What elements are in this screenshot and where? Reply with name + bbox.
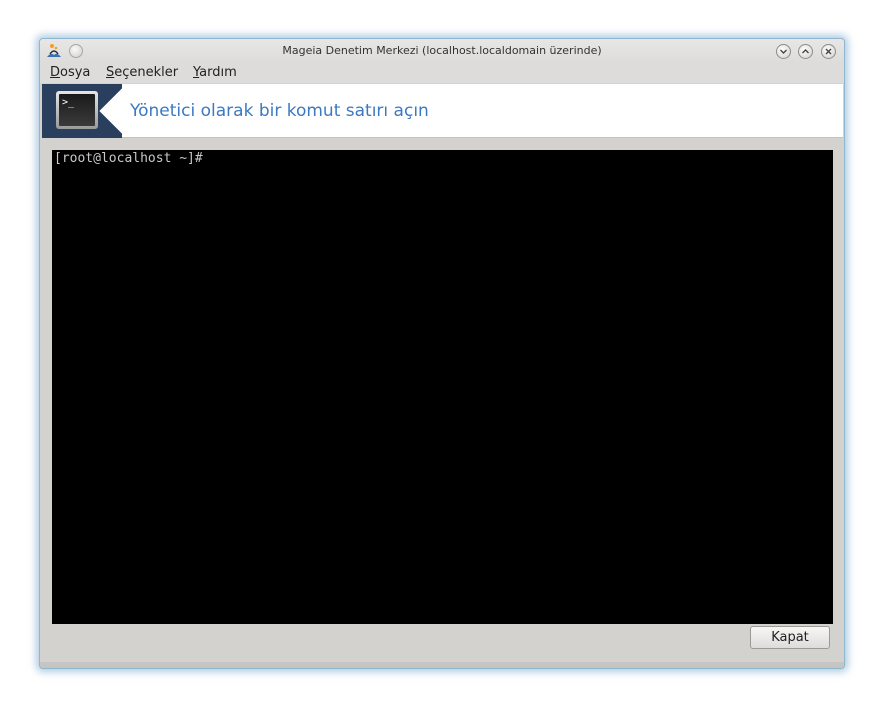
title-bar[interactable]: Mageia Denetim Merkezi (localhost.locald… xyxy=(40,39,844,63)
maximize-button[interactable] xyxy=(798,44,813,59)
menu-file-mnemonic: D xyxy=(50,65,61,80)
menu-bar: Dosya Seçenekler Yardım xyxy=(40,63,844,83)
minimize-icon xyxy=(780,49,787,54)
maximize-icon xyxy=(802,49,809,54)
terminal-console[interactable]: [root@localhost ~]# xyxy=(52,150,833,624)
menu-help[interactable]: Yardım xyxy=(193,65,237,80)
header-banner: >_ Yönetici olarak bir komut satırı açın xyxy=(42,84,843,138)
terminal-icon: >_ xyxy=(56,91,98,129)
menu-help-label: ardım xyxy=(199,65,237,80)
page-title: Yönetici olarak bir komut satırı açın xyxy=(130,101,429,121)
minimize-button[interactable] xyxy=(776,44,791,59)
menu-options-label: eçenekler xyxy=(114,65,179,80)
status-strip xyxy=(40,662,844,668)
close-window-button[interactable] xyxy=(821,44,836,59)
terminal-icon-glyph: >_ xyxy=(59,94,95,126)
close-button[interactable]: Kapat xyxy=(750,626,830,649)
menu-file-label: osya xyxy=(60,65,91,80)
window-title: Mageia Denetim Merkezi (localhost.locald… xyxy=(282,44,602,57)
terminal-prompt: [root@localhost ~]# xyxy=(54,151,203,166)
app-window: Mageia Denetim Merkezi (localhost.locald… xyxy=(39,38,845,669)
menu-file[interactable]: Dosya xyxy=(50,65,90,80)
menu-options[interactable]: Seçenekler xyxy=(106,65,178,80)
close-icon xyxy=(825,48,832,55)
